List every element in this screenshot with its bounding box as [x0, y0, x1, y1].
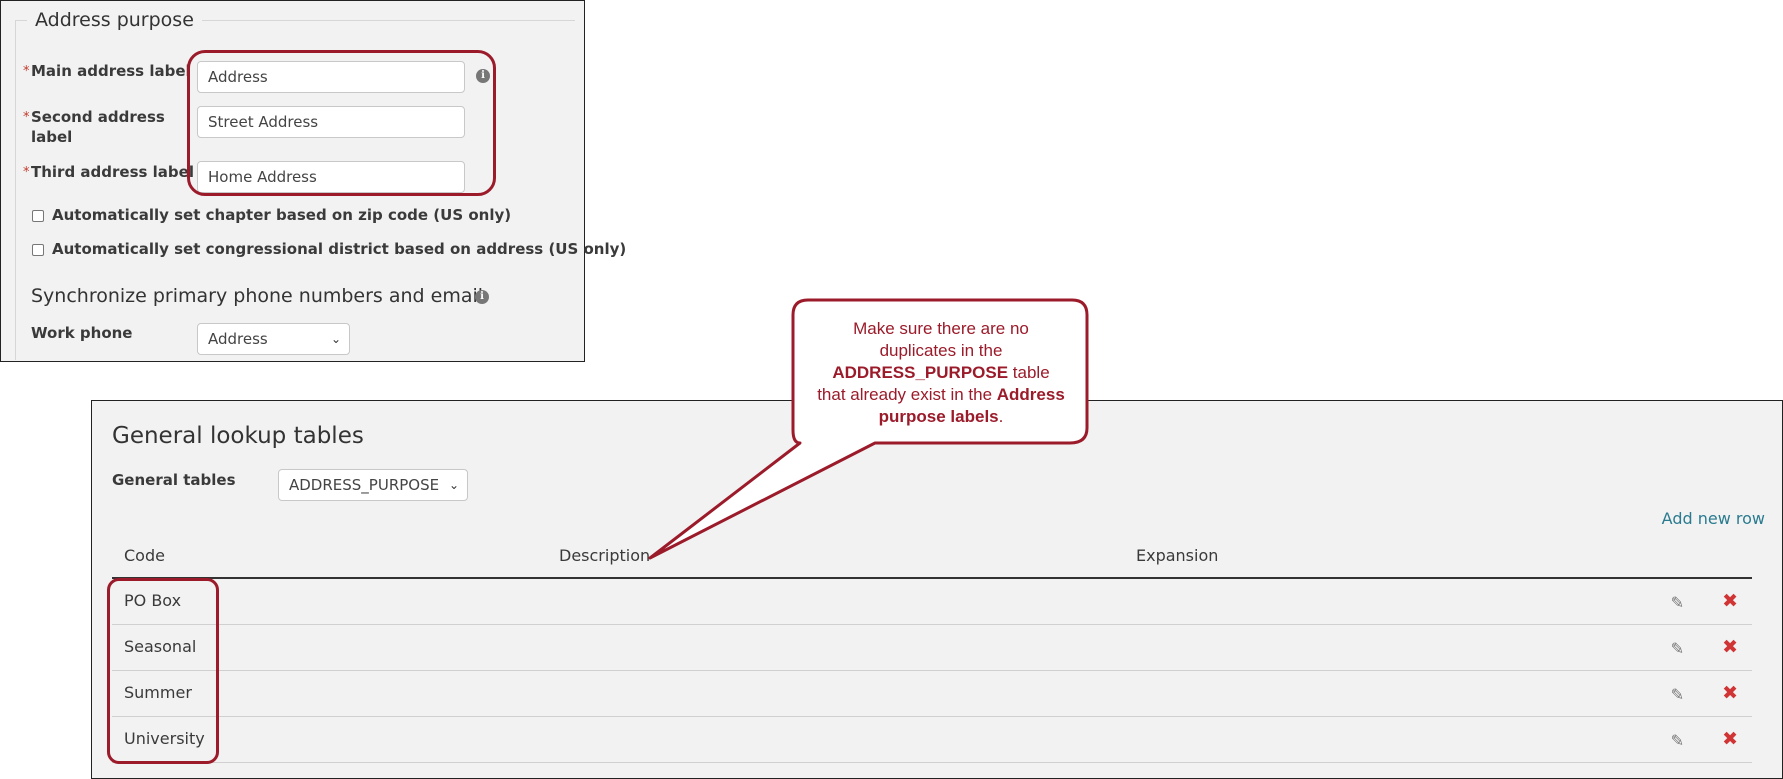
required-marker: * [23, 165, 30, 180]
table-row: Seasonal ✎ ✖ [112, 625, 1752, 671]
pencil-icon[interactable]: ✎ [1671, 685, 1684, 704]
callout-line1: Make sure there are no [853, 319, 1029, 338]
general-lookup-title: General lookup tables [112, 423, 364, 449]
general-lookup-panel: General lookup tables General tables ADD… [91, 400, 1783, 779]
fieldset-border-left [15, 20, 16, 360]
add-new-row-link[interactable]: Add new row [1662, 509, 1765, 528]
close-x-icon[interactable]: ✖ [1722, 728, 1738, 750]
address-purpose-legend: Address purpose [27, 9, 202, 31]
address-inputs-highlight [187, 50, 496, 196]
callout-bold-table: ADDRESS_PURPOSE [832, 363, 1009, 382]
required-marker: * [23, 64, 30, 79]
work-phone-select[interactable]: Address ⌄ [197, 323, 350, 355]
work-phone-selected: Address [208, 330, 268, 348]
column-header-code[interactable]: Code [124, 546, 165, 565]
pencil-icon[interactable]: ✎ [1671, 593, 1684, 612]
pencil-icon[interactable]: ✎ [1671, 639, 1684, 658]
table-row: Summer ✎ ✖ [112, 671, 1752, 717]
codes-highlight [107, 578, 219, 764]
callout-line4: that already exist in the Address purpos… [796, 384, 1086, 428]
callout-table-word: table [1008, 363, 1050, 382]
callout-line4-prefix: that already exist in the [817, 385, 997, 404]
sync-heading: Synchronize primary phone numbers and em… [31, 285, 484, 307]
close-x-icon[interactable]: ✖ [1722, 682, 1738, 704]
info-icon[interactable]: i [475, 290, 489, 304]
close-x-icon[interactable]: ✖ [1722, 636, 1738, 658]
callout-line3: ADDRESS_PURPOSE table [796, 362, 1086, 384]
work-phone-label: Work phone [31, 324, 133, 342]
table-row: PO Box ✎ ✖ [112, 579, 1752, 625]
general-tables-selected: ADDRESS_PURPOSE [289, 476, 440, 494]
column-header-expansion[interactable]: Expansion [1136, 546, 1218, 565]
general-tables-select[interactable]: ADDRESS_PURPOSE ⌄ [278, 469, 468, 501]
close-x-icon[interactable]: ✖ [1722, 590, 1738, 612]
main-address-label: Main address label [31, 62, 191, 80]
second-address-label-line1: Second address [31, 108, 165, 126]
pencil-icon[interactable]: ✎ [1671, 731, 1684, 750]
congressional-district-checkbox[interactable] [32, 244, 44, 256]
callout-text: Make sure there are no duplicates in the… [796, 318, 1086, 428]
table-row: University ✎ ✖ [112, 717, 1752, 763]
callout-line2: duplicates in the [879, 341, 1003, 360]
congressional-district-label: Automatically set congressional district… [52, 240, 627, 258]
required-marker: * [23, 110, 30, 125]
general-tables-label: General tables [112, 471, 236, 489]
chapter-zip-label: Automatically set chapter based on zip c… [52, 206, 512, 224]
column-header-description[interactable]: Description [559, 546, 650, 565]
second-address-label-line2: label [31, 128, 73, 146]
chapter-zip-checkbox[interactable] [32, 210, 44, 222]
callout-period: . [998, 407, 1004, 426]
third-address-label: Third address label [31, 163, 194, 181]
chevron-down-icon: ⌄ [330, 332, 341, 346]
chevron-down-icon: ⌄ [448, 478, 459, 492]
